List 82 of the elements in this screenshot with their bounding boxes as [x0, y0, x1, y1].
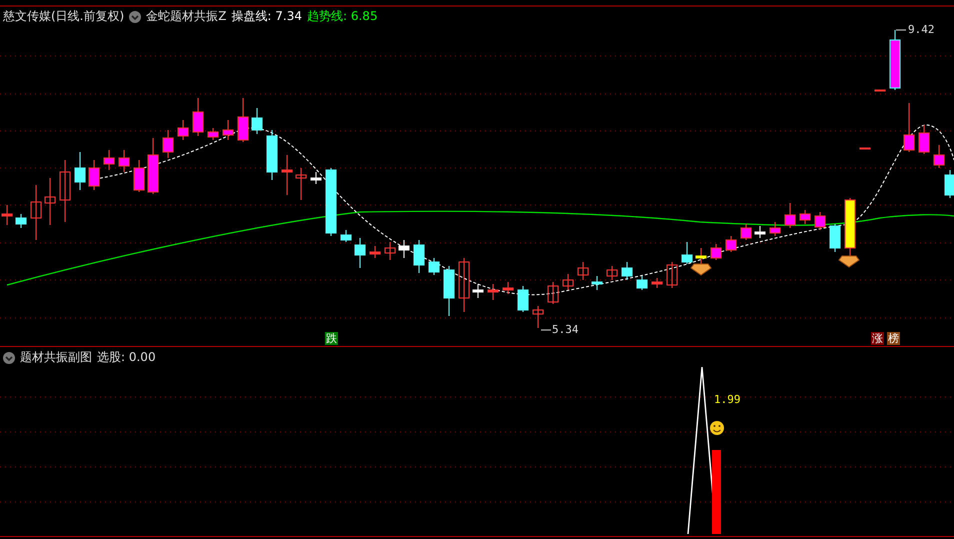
candlestick [238, 98, 248, 142]
candlestick [874, 90, 886, 92]
candlestick [148, 138, 158, 194]
candlestick [296, 168, 306, 200]
candlestick [606, 266, 618, 280]
candlestick [222, 120, 234, 140]
candlestick [414, 240, 424, 274]
indicator-name: 金蛇题材共振Z [146, 8, 226, 25]
candlestick [44, 178, 56, 226]
indicator-readout: 操盘线: 7.34 [231, 8, 302, 25]
candlestick [890, 30, 900, 90]
candlestick [74, 152, 86, 190]
candlestick [622, 262, 632, 280]
candlestick [16, 214, 26, 228]
candlestick [518, 286, 528, 312]
candlestick [770, 222, 780, 236]
candlestick [696, 248, 706, 266]
candlestick [472, 284, 484, 298]
candlestick [458, 258, 470, 312]
candlestick [740, 224, 752, 240]
signal-tag: 榜 [887, 332, 900, 345]
candlestick [444, 266, 454, 316]
smiley-icon [710, 421, 724, 435]
signal-tag: 涨 [871, 332, 884, 345]
candlestick [428, 258, 440, 276]
indicator-readout: 趋势线: 6.85 [307, 8, 378, 25]
collapse-icon[interactable] [129, 10, 142, 22]
candlestick [502, 282, 514, 294]
candlestick [726, 236, 736, 252]
candlestick [326, 168, 336, 236]
candlestick [488, 284, 498, 300]
candlestick [844, 198, 856, 256]
indicator-readout: 选股: 0.00 [97, 349, 156, 366]
low-price-label: 5.34 [552, 323, 578, 336]
candlestick [666, 262, 678, 288]
candlestick [104, 150, 114, 170]
candlestick [710, 244, 722, 260]
candlestick [208, 128, 218, 140]
candlestick [60, 160, 70, 222]
candlestick [904, 102, 914, 152]
candlestick [860, 148, 870, 150]
candlestick [134, 160, 144, 192]
candlestick [784, 202, 796, 228]
candlestick [162, 130, 174, 158]
candlestick [354, 238, 366, 268]
candlestick [178, 120, 188, 140]
candlestick [310, 172, 322, 184]
candlestick [192, 98, 204, 136]
candlestick [918, 124, 930, 154]
candlestick [682, 242, 692, 264]
candlestick [30, 184, 42, 240]
candlestick [532, 306, 544, 328]
candlestick [370, 246, 380, 258]
signal-tag: 跌 [325, 332, 338, 345]
candlestick [340, 230, 352, 242]
candlestick [578, 262, 588, 280]
candlestick [754, 226, 766, 238]
candlestick [636, 276, 648, 290]
candlestick [562, 274, 574, 290]
candlestick [282, 154, 292, 196]
high-price-label: 9.42 [908, 23, 934, 36]
candlestick [398, 240, 410, 258]
collapse-icon[interactable] [3, 352, 15, 364]
candlestick [266, 130, 278, 180]
stock-title: 慈文传媒(日线.前复权) [3, 8, 124, 25]
candlestick [548, 282, 558, 304]
candlestick [384, 242, 396, 260]
candlestick [830, 224, 840, 252]
candlestick [118, 150, 130, 172]
candlestick [944, 170, 954, 198]
diamond-icon [690, 264, 712, 276]
subchart-title: 题材共振副图 [20, 349, 92, 366]
candlestick [934, 144, 944, 168]
candlestick [2, 204, 12, 226]
candlestick [252, 108, 262, 134]
candlestick [800, 210, 810, 224]
candlestick [88, 160, 100, 190]
candlestick [814, 212, 826, 230]
diamond-icon [838, 256, 860, 268]
candlestick [592, 276, 602, 290]
value-label: 1.99 [714, 393, 740, 406]
candlestick [652, 278, 662, 288]
